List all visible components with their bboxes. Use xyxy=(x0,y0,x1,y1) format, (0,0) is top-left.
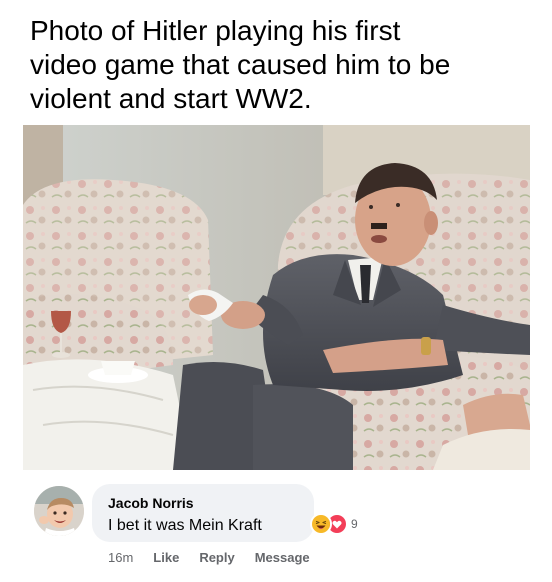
message-button[interactable]: Message xyxy=(255,550,310,565)
reaction-summary[interactable]: 9 xyxy=(310,513,358,535)
comment-bubble: Jacob Norris I bet it was Mein Kraft xyxy=(92,484,314,542)
comment-author[interactable]: Jacob Norris xyxy=(108,495,194,511)
avatar[interactable] xyxy=(34,486,84,536)
reply-button[interactable]: Reply xyxy=(199,550,234,565)
comment-timestamp[interactable]: 16m xyxy=(108,550,133,565)
comment-actions: 16m Like Reply Message xyxy=(108,550,330,565)
reaction-count: 9 xyxy=(351,517,358,531)
comment-text: I bet it was Mein Kraft xyxy=(108,517,262,534)
comment: Jacob Norris I bet it was Mein Kraft 9 1… xyxy=(0,478,552,582)
like-button[interactable]: Like xyxy=(153,550,179,565)
meme-photo xyxy=(23,125,530,470)
meme-caption: Photo of Hitler playing his first video … xyxy=(30,15,451,114)
haha-reaction-icon xyxy=(310,513,332,535)
